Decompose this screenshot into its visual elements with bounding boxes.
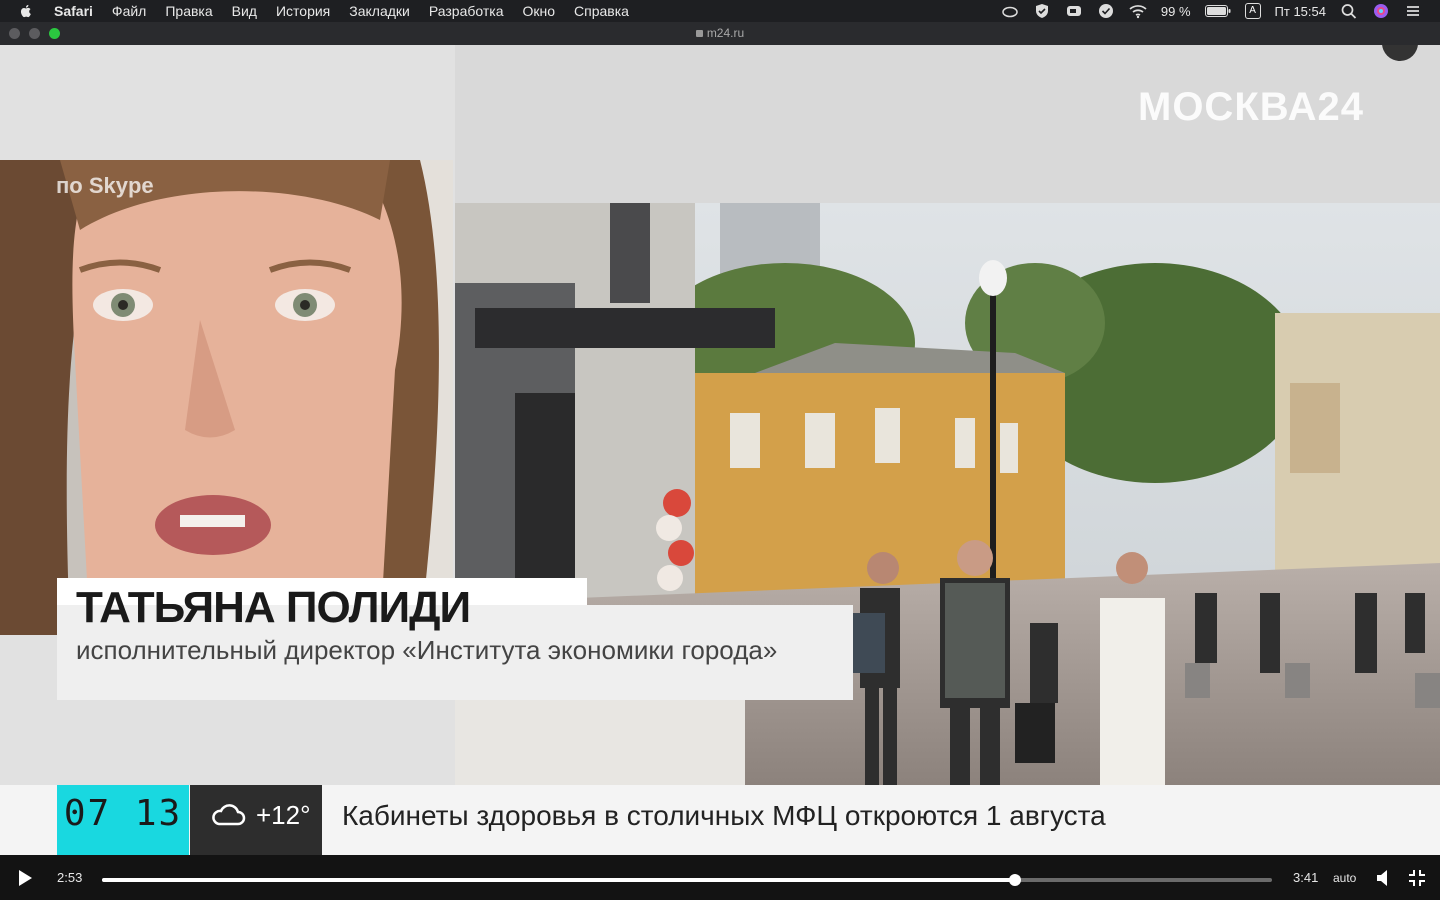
menu-edit[interactable]: Правка <box>165 0 212 22</box>
zoom-camera-icon[interactable] <box>1065 3 1083 19</box>
menu-develop[interactable]: Разработка <box>429 0 504 22</box>
spotlight-search-icon[interactable] <box>1340 3 1358 19</box>
progress-bar[interactable] <box>102 878 1272 882</box>
progress-fill <box>102 878 1015 882</box>
battery-percent: 99 % <box>1160 3 1191 19</box>
menu-bookmarks[interactable]: Закладки <box>349 0 410 22</box>
total-time: 3:41 <box>1293 870 1319 885</box>
channel-logo: МОСКВА24 <box>1138 85 1365 129</box>
cloud-icon <box>212 804 246 826</box>
speaker-name: ТАТЬЯНА ПОЛИДИ <box>76 583 471 632</box>
menu-history[interactable]: История <box>276 0 330 22</box>
speaker-title: исполнительный директор «Института эконо… <box>76 635 778 665</box>
menu-app-safari[interactable]: Safari <box>54 0 93 22</box>
ticker-clock: 07 13 <box>57 785 189 855</box>
apple-icon[interactable] <box>18 3 34 19</box>
ticker-weather: +12° <box>190 785 322 855</box>
lock-icon <box>695 30 703 37</box>
volume-icon[interactable] <box>1376 869 1392 887</box>
siri-icon[interactable] <box>1372 3 1390 19</box>
progress-scrubber-handle[interactable] <box>1008 874 1021 886</box>
wifi-icon[interactable] <box>1129 3 1147 19</box>
skype-interview-image <box>0 160 453 635</box>
browser-titlebar: m24.ru <box>0 22 1440 46</box>
menubar-clock[interactable]: Пт 15:54 <box>1275 4 1326 19</box>
battery-icon[interactable] <box>1204 5 1231 17</box>
menu-file[interactable]: Файл <box>112 0 146 22</box>
current-time: 2:53 <box>57 870 83 885</box>
video-frame[interactable]: МОСКВА24 по Skype ТАТЬЯНА ПОЛИДИ исполни… <box>0 45 1440 855</box>
control-center-icon[interactable] <box>1404 3 1422 19</box>
shield-check-icon[interactable] <box>1033 3 1051 19</box>
play-icon[interactable] <box>17 869 33 887</box>
menu-window[interactable]: Окно <box>522 0 555 22</box>
ticker-temperature: +12° <box>256 800 311 830</box>
menu-view[interactable]: Вид <box>232 0 257 22</box>
news-ticker: 07 13 +12° Кабинеты здоровья в столичных… <box>0 785 1440 855</box>
menu-help[interactable]: Справка <box>574 0 629 22</box>
creative-cloud-icon[interactable] <box>1001 3 1019 19</box>
menubar-status-area: 99 % A Пт 15:54 <box>1001 0 1422 22</box>
quality-selector[interactable]: auto <box>1333 871 1356 885</box>
input-source-badge[interactable]: A <box>1244 3 1261 19</box>
exit-fullscreen-icon[interactable] <box>1408 869 1426 887</box>
check-circle-icon[interactable] <box>1097 3 1115 19</box>
macos-menubar: Safari Файл Правка Вид История Закладки … <box>0 0 1440 22</box>
url-display[interactable]: m24.ru <box>0 26 1440 40</box>
url-text: m24.ru <box>706 26 745 40</box>
video-player-controls: 2:53 3:41 auto <box>0 855 1440 900</box>
skype-label: по Skype <box>56 173 154 198</box>
ticker-headline: Кабинеты здоровья в столичных МФЦ открою… <box>342 800 1106 831</box>
